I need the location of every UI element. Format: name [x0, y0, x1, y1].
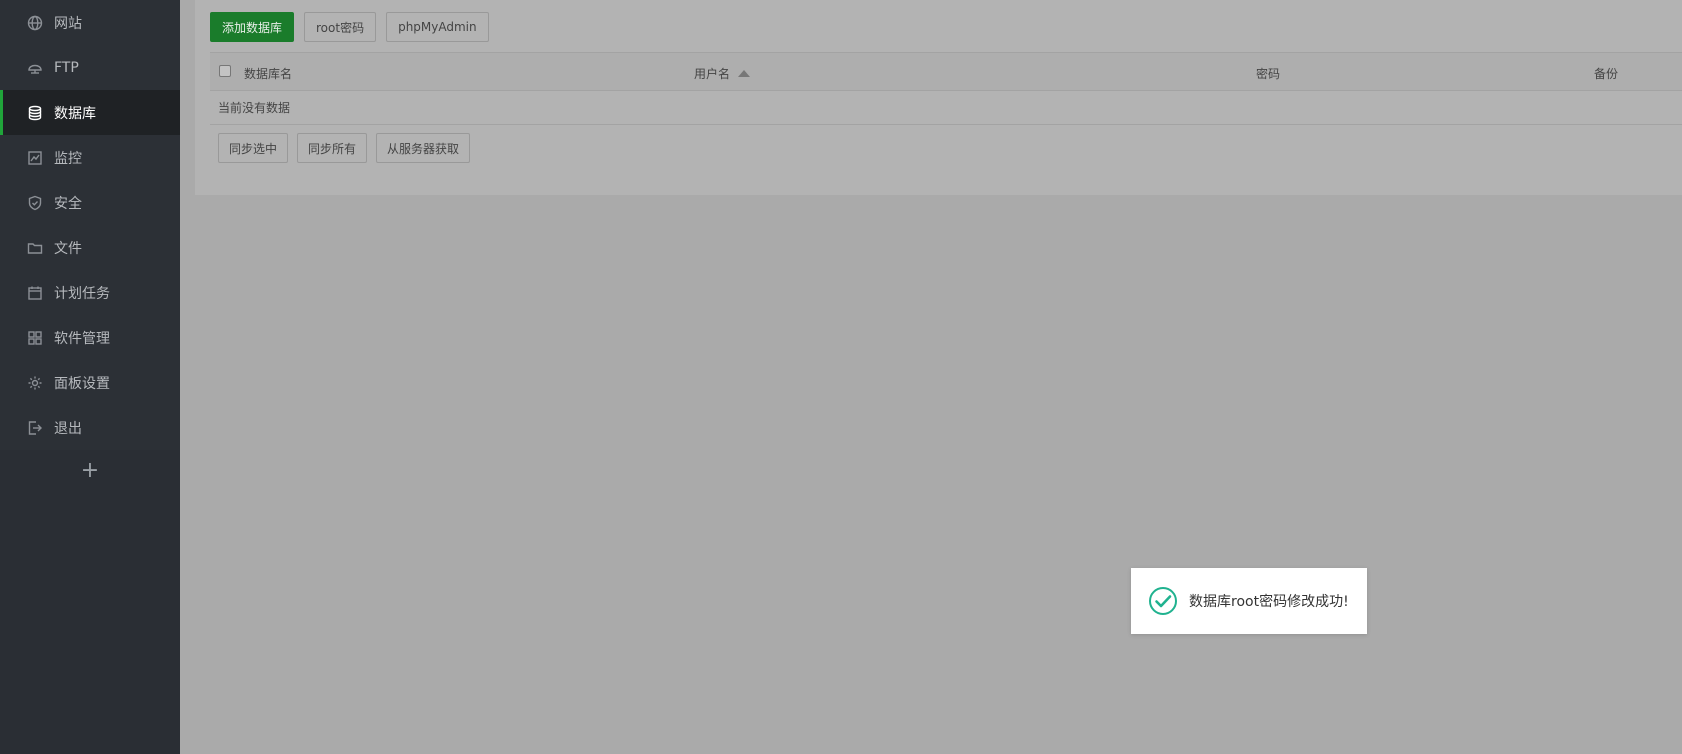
column-header-username[interactable]: 用户名 [694, 65, 751, 82]
sidebar-item-label: 面板设置 [54, 375, 110, 392]
sidebar-item-logout[interactable]: 退出 [0, 405, 180, 450]
sync-all-button[interactable]: 同步所有 [297, 133, 368, 163]
sidebar-item-files[interactable]: 文件 [0, 225, 180, 270]
sidebar-item-monitor[interactable]: 监控 [0, 135, 180, 180]
sidebar-item-website[interactable]: 网站 [0, 0, 180, 45]
column-header-label: 用户名 [694, 67, 731, 81]
sidebar-item-label: 退出 [54, 420, 82, 437]
phpmyadmin-button[interactable]: phpMyAdmin [386, 12, 489, 42]
fetch-from-server-button[interactable]: 从服务器获取 [376, 133, 471, 163]
folder-icon [26, 239, 44, 257]
check-circle-icon [1149, 587, 1177, 615]
sidebar-nav: 网站 FTP 数据库 监控 安全 文件 计划任务 软件管理 面板设置 退出 [0, 0, 180, 450]
sidebar-item-database[interactable]: 数据库 [0, 90, 180, 135]
database-icon [26, 104, 44, 122]
column-header-password: 密码 [1256, 67, 1281, 81]
monitor-icon [26, 149, 44, 167]
add-shortcut-button[interactable]: + [0, 450, 180, 490]
sidebar-item-security[interactable]: 安全 [0, 180, 180, 225]
logout-icon [26, 419, 44, 437]
gear-icon [26, 374, 44, 392]
sidebar: 网站 FTP 数据库 监控 安全 文件 计划任务 软件管理 面板设置 退出 + [0, 0, 180, 754]
sidebar-item-label: 文件 [54, 240, 82, 257]
sidebar-item-software[interactable]: 软件管理 [0, 315, 180, 360]
shield-icon [26, 194, 44, 212]
success-toast: 数据库root密码修改成功! [1131, 568, 1367, 634]
sync-selected-button[interactable]: 同步选中 [218, 133, 289, 163]
sidebar-item-label: 计划任务 [54, 285, 110, 302]
database-table: 数据库名 用户名 密码 备份 当前没有数据 [210, 52, 1682, 125]
add-database-button[interactable]: 添加数据库 [210, 12, 295, 42]
column-header-db-name[interactable]: 数据库名 [244, 65, 292, 82]
apps-grid-icon [26, 329, 44, 347]
sidebar-item-ftp[interactable]: FTP [0, 45, 180, 90]
sidebar-item-label: 网站 [54, 15, 82, 32]
column-header-backup: 备份 [1594, 67, 1619, 81]
sidebar-item-label: 软件管理 [54, 330, 110, 347]
toolbar: 添加数据库 root密码 phpMyAdmin [210, 12, 489, 42]
sidebar-item-cron[interactable]: 计划任务 [0, 270, 180, 315]
empty-table-message: 当前没有数据 [210, 91, 1682, 125]
globe-icon [26, 14, 44, 32]
sidebar-item-label: 数据库 [54, 105, 96, 122]
database-panel: 添加数据库 root密码 phpMyAdmin 数据库名 用户名 密码 备份 当… [195, 0, 1682, 195]
table-actions: 同步选中 同步所有 从服务器获取 [218, 133, 471, 163]
select-all-checkbox[interactable] [219, 65, 231, 77]
calendar-icon [26, 284, 44, 302]
table-header: 数据库名 用户名 密码 备份 [210, 53, 1682, 91]
toast-message: 数据库root密码修改成功! [1189, 594, 1349, 610]
root-password-button[interactable]: root密码 [304, 12, 377, 42]
sidebar-item-panel-settings[interactable]: 面板设置 [0, 360, 180, 405]
sidebar-item-label: FTP [54, 59, 79, 76]
sidebar-item-label: 监控 [54, 150, 82, 167]
sidebar-item-label: 安全 [54, 195, 82, 212]
ftp-server-icon [26, 59, 44, 77]
sort-ascending-icon [738, 70, 751, 77]
